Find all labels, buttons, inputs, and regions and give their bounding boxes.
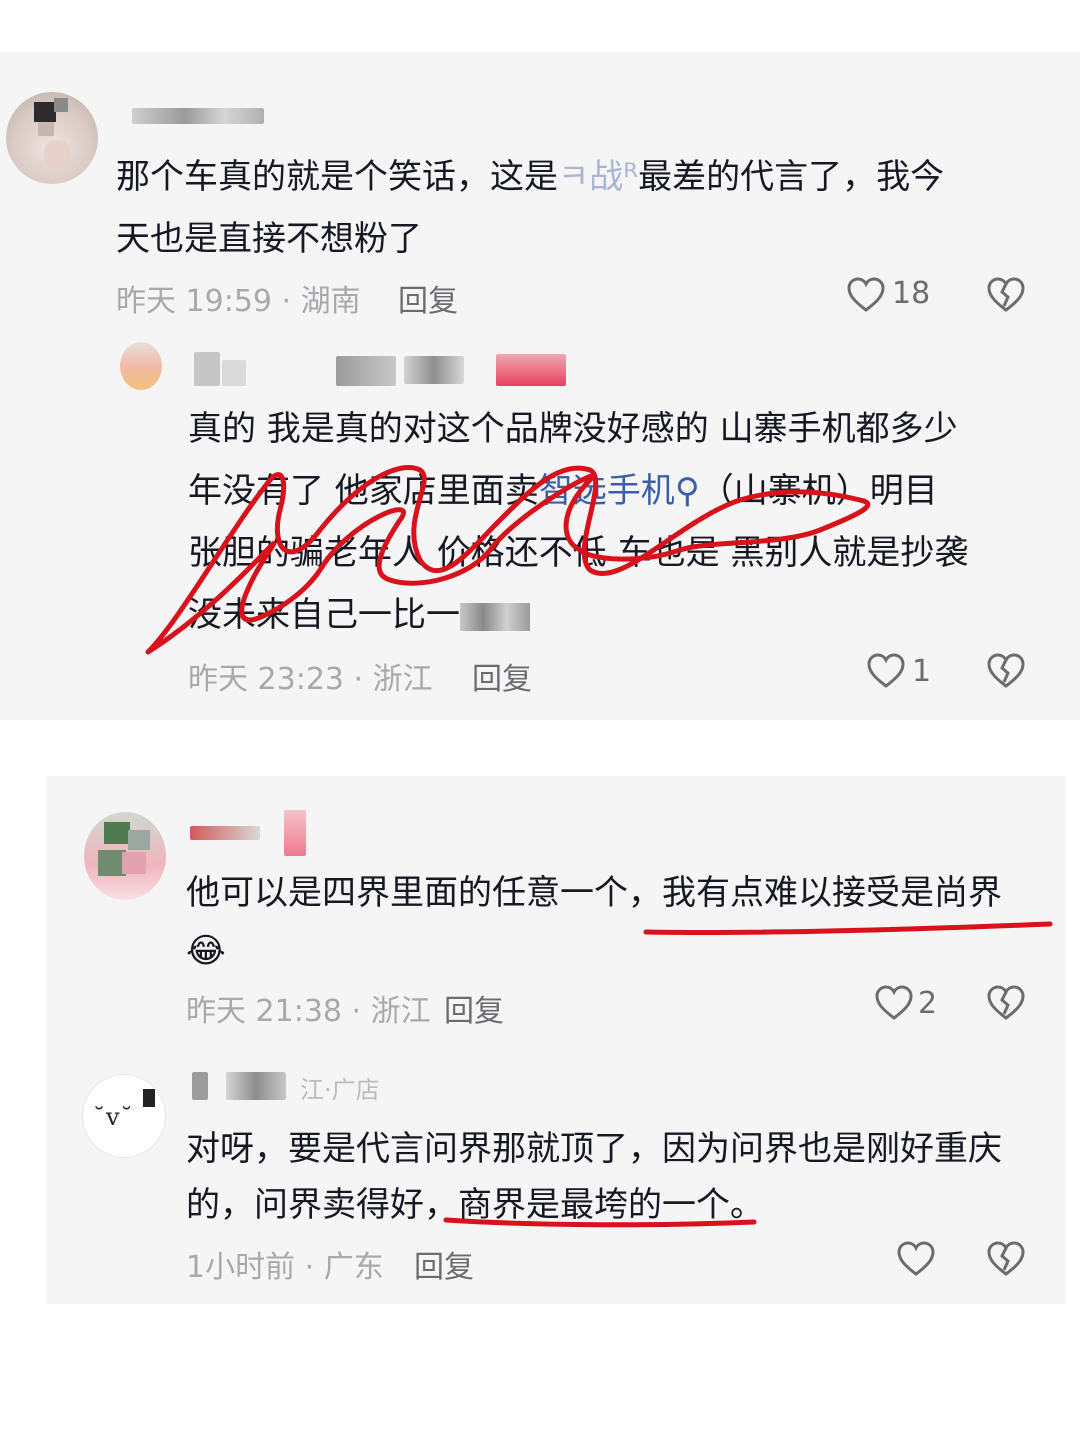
like-count: 18 [892,276,931,311]
avatar[interactable] [120,342,162,390]
author-badge [496,354,566,386]
reply-button[interactable]: 回复 [398,276,458,320]
red-underline-annotation [643,921,1053,936]
username-redacted[interactable] [284,810,306,856]
avatar[interactable]: ˘v˘ [82,1074,166,1158]
username-fragment[interactable]: 江·广店 [300,1070,380,1105]
heart-outline-icon[interactable] [874,984,914,1022]
username-redacted[interactable] [192,1072,208,1100]
reply-button[interactable]: 回复 [414,1242,474,1286]
broken-heart-icon[interactable] [986,276,1026,314]
reply-button[interactable]: 回复 [444,986,504,1030]
broken-heart-icon[interactable] [986,652,1026,690]
username-redacted[interactable] [190,826,260,840]
comment-meta: 1小时前 · 广东 [186,1250,384,1285]
avatar[interactable] [84,812,166,900]
red-underline-annotation [443,1217,757,1228]
broken-heart-icon[interactable] [986,984,1026,1022]
username-redacted[interactable] [226,1072,286,1100]
comment-meta: 昨天 21:38 · 浙江 [186,994,431,1029]
username-redacted[interactable] [404,356,464,384]
comment-text: 对呀，要是代言问界那就顶了，因为问界也是刚好重庆 [186,1129,1002,1169]
username-redacted[interactable] [194,352,220,386]
username-redacted[interactable] [336,356,396,386]
heart-outline-icon[interactable] [896,1240,936,1278]
red-scribble-annotation [145,465,871,655]
comment-meta: 昨天 19:59 · 湖南 [116,284,361,319]
username-redacted[interactable] [132,108,264,124]
avatar[interactable] [6,92,98,184]
comment-text: 那个车真的就是个笑话，这是ㅋ战ᴿ最差的代言了，我今 [116,157,945,197]
heart-outline-icon[interactable] [846,276,886,314]
like-count: 2 [918,986,938,1021]
username-redacted[interactable] [222,360,246,386]
comment-text: 他可以是四界里面的任意一个，我有点难以接受是尚界 [186,873,1002,913]
emoji: 😂 [186,931,226,971]
blurred-name: ㅋ战ᴿ [558,157,639,197]
broken-heart-icon[interactable] [986,1240,1026,1278]
highlighted-phrase: 我有点难以接受是尚界 [662,873,1002,913]
comment-text-line: 天也是直接不想粉了 [116,219,422,259]
